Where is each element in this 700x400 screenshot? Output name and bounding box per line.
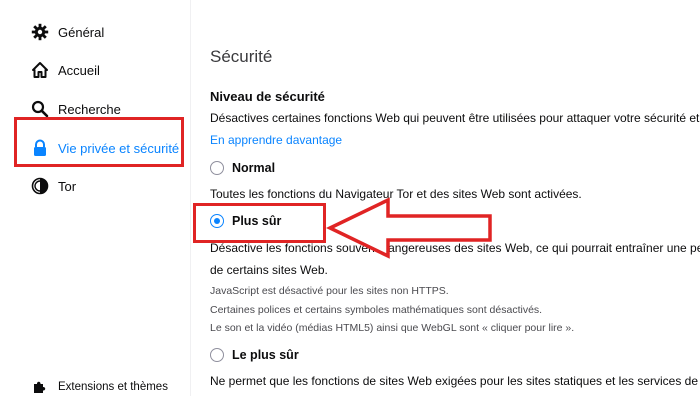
option-description: de certains sites Web.: [210, 263, 328, 277]
sidebar-item-home[interactable]: Accueil: [30, 57, 100, 83]
section-title: Sécurité: [210, 47, 273, 66]
annotation-highlight-box: [193, 203, 326, 243]
radio-button[interactable]: [210, 161, 224, 175]
sidebar-item-label: Général: [58, 24, 105, 40]
radio-normal[interactable]: Normal: [210, 161, 275, 175]
annotation-arrow-icon: [326, 197, 492, 259]
radio-label: Le plus sûr: [232, 348, 299, 362]
sidebar-item-general[interactable]: Général: [30, 19, 104, 45]
home-icon: [30, 60, 50, 80]
radio-safest[interactable]: Le plus sûr: [210, 348, 299, 362]
sidebar-item-label: Recherche: [58, 101, 121, 117]
option-detail: Le son et la vidéo (médias HTML5) ainsi …: [210, 322, 575, 334]
puzzle-icon: [30, 377, 50, 397]
tor-onion-icon: [30, 176, 50, 196]
option-description: Ne permet que les fonctions de sites Web…: [210, 374, 700, 388]
sidebar-item-tor[interactable]: Tor: [30, 173, 76, 199]
sidebar-item-label: Extensions et thèmes: [58, 381, 168, 393]
sidebar-divider: [190, 0, 191, 396]
gear-icon: [30, 22, 50, 42]
radio-button[interactable]: [210, 348, 224, 362]
sidebar-item-extensions[interactable]: Extensions et thèmes: [30, 374, 168, 400]
sidebar: Général Accueil Recherche Vie privée et …: [0, 0, 190, 396]
learn-more-link[interactable]: En apprendre davantage: [210, 133, 342, 147]
option-detail: JavaScript est désactivé pour les sites …: [210, 285, 449, 297]
sidebar-item-label: Accueil: [58, 62, 100, 78]
option-detail: Certaines polices et certains symboles m…: [210, 304, 543, 316]
search-icon: [30, 99, 50, 119]
sidebar-item-label: Tor: [58, 178, 77, 194]
annotation-highlight-box: [14, 117, 184, 167]
security-level-heading: Niveau de sécurité: [210, 89, 325, 104]
security-level-description: Désactives certaines fonctions Web qui p…: [210, 111, 700, 125]
radio-label: Normal: [232, 161, 276, 175]
